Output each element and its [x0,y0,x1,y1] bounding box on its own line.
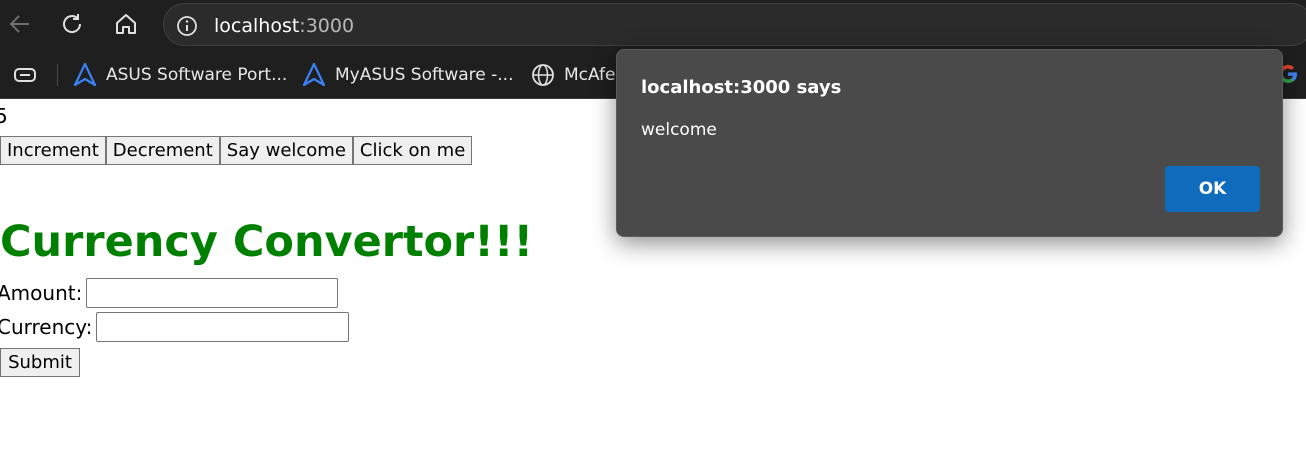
ok-button[interactable]: OK [1165,166,1260,212]
asus-icon [302,62,326,87]
tab-actions-icon[interactable] [12,63,38,92]
say-welcome-button[interactable]: Say welcome [219,136,353,165]
browser-toolbar: localhost:3000 [0,0,1306,50]
amount-input[interactable] [86,278,339,308]
decrement-button[interactable]: Decrement [105,136,220,165]
bookmarks-divider [57,64,58,86]
bookmark-mcafee[interactable]: McAfe [530,61,615,89]
page-title: Currency Convertor!!! [0,217,534,267]
amount-row: Amount: [0,278,339,308]
button-row: Increment Decrement Say welcome Click on… [0,136,473,165]
currency-input[interactable] [96,312,350,342]
submit-button[interactable]: Submit [0,348,80,377]
home-icon[interactable] [110,8,142,40]
bookmark-label: MyASUS Software -... [335,65,514,85]
currency-label: Currency: [0,315,93,339]
back-icon[interactable] [4,8,36,40]
bookmark-myasus-software[interactable]: MyASUS Software -... [301,61,513,89]
dialog-title: localhost:3000 says [641,77,842,98]
currency-row: Currency: [0,312,350,342]
globe-icon [532,64,554,86]
click-on-me-button[interactable]: Click on me [352,136,473,165]
dialog-message: welcome [641,120,717,140]
alert-dialog: localhost:3000 says welcome OK [616,49,1283,237]
asus-icon [73,62,97,87]
bookmark-label: McAfe [564,65,616,85]
increment-button[interactable]: Increment [0,136,106,165]
url-text[interactable]: localhost:3000 [214,15,354,37]
reload-icon[interactable] [56,8,88,40]
site-info-icon[interactable] [176,15,198,42]
bookmark-asus-software-portal[interactable]: ASUS Software Port... [72,61,287,89]
address-bar[interactable]: localhost:3000 [163,3,1306,46]
counter-value: 5 [0,104,8,128]
amount-label: Amount: [0,281,83,305]
bookmark-label: ASUS Software Port... [106,65,288,85]
